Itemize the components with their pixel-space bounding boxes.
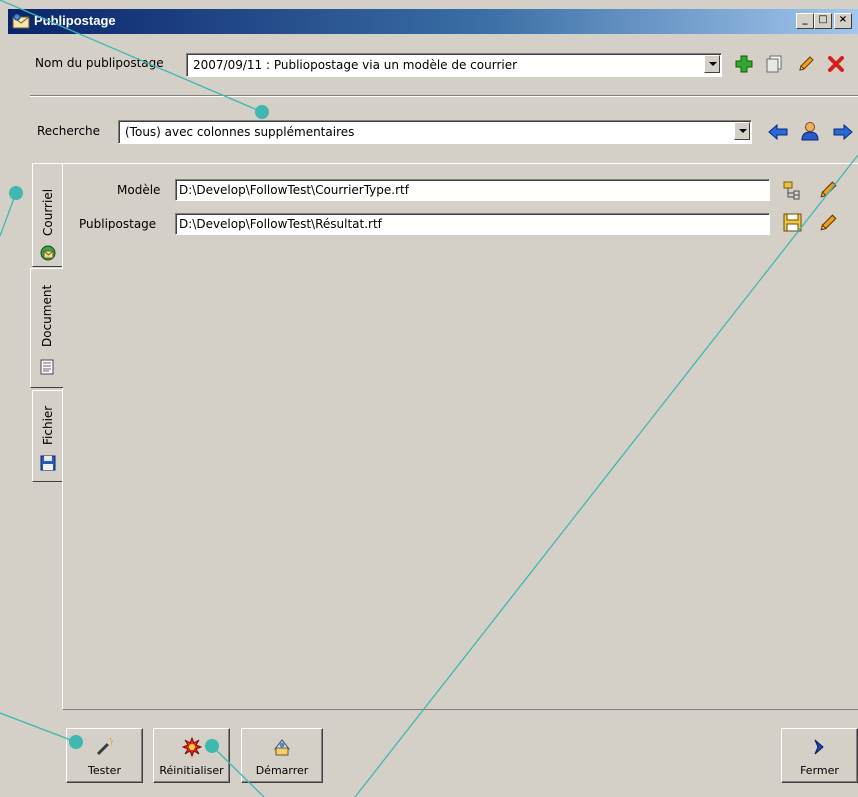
- magic-wand-icon: [96, 737, 113, 756]
- chevron-right-icon: [814, 739, 824, 755]
- mail-merge-icon: [12, 13, 30, 29]
- tab-courriel[interactable]: Courriel: [32, 163, 62, 267]
- model-label: Modèle: [117, 183, 161, 197]
- close-button[interactable]: Fermer: [781, 728, 858, 783]
- start-label: Démarrer: [255, 764, 309, 777]
- edit-pencil-icon[interactable]: [818, 213, 838, 233]
- separator: [30, 95, 858, 97]
- add-icon[interactable]: [735, 55, 753, 73]
- mail-merge-start-icon: [273, 739, 291, 756]
- minimize-button[interactable]: _: [796, 13, 814, 29]
- tab-courriel-label: Courriel: [41, 188, 55, 236]
- arrow-right-icon[interactable]: [833, 123, 853, 141]
- delete-icon[interactable]: [827, 55, 845, 73]
- tab-document[interactable]: Document: [30, 268, 63, 388]
- save-floppy-icon[interactable]: [783, 213, 803, 233]
- output-label: Publipostage: [79, 217, 157, 231]
- edit-pencil-icon[interactable]: [797, 55, 815, 73]
- globe-mail-icon: [40, 245, 56, 261]
- edit-pencil-icon[interactable]: [818, 180, 838, 200]
- user-icon[interactable]: [800, 121, 820, 141]
- document-panel: [62, 163, 858, 710]
- browse-tree-icon[interactable]: [783, 180, 803, 200]
- document-icon: [40, 359, 54, 375]
- title-bar[interactable]: Publipostage _ □ ×: [8, 9, 858, 34]
- start-button[interactable]: Démarrer: [241, 728, 323, 783]
- mail-merge-name-select[interactable]: 2007/09/11 : Publiopostage via un modèle…: [186, 53, 722, 77]
- duplicate-icon[interactable]: [765, 55, 783, 73]
- floppy-icon: [40, 455, 56, 471]
- close-label: Fermer: [800, 764, 839, 777]
- reset-label: Réinitialiser: [159, 764, 224, 777]
- arrow-left-icon[interactable]: [768, 123, 788, 141]
- test-button[interactable]: Tester: [66, 728, 143, 783]
- chevron-down-icon[interactable]: [734, 122, 750, 140]
- output-path-value: D:\Develop\FollowTest\Résultat.rtf: [179, 217, 382, 231]
- tab-fichier[interactable]: Fichier: [32, 390, 62, 482]
- model-path-value: D:\Develop\FollowTest\CourrierType.rtf: [179, 183, 409, 197]
- close-window-button[interactable]: ×: [834, 13, 852, 29]
- chevron-down-icon[interactable]: [704, 55, 720, 73]
- test-label: Tester: [88, 764, 121, 777]
- maximize-button[interactable]: □: [814, 13, 832, 29]
- mail-merge-name-value: 2007/09/11 : Publiopostage via un modèle…: [193, 58, 518, 72]
- reset-button[interactable]: Réinitialiser: [153, 728, 230, 783]
- publipostage-window: Publipostage _ □ × Nom du publipostage 2…: [0, 0, 858, 797]
- explosion-icon: [181, 737, 202, 757]
- name-label: Nom du publipostage: [35, 56, 164, 70]
- tab-document-label: Document: [40, 284, 54, 347]
- model-path-input[interactable]: D:\Develop\FollowTest\CourrierType.rtf: [175, 179, 770, 201]
- tab-fichier-label: Fichier: [41, 405, 55, 445]
- search-label: Recherche: [37, 124, 101, 138]
- window-title: Publipostage: [34, 13, 116, 28]
- output-path-input[interactable]: D:\Develop\FollowTest\Résultat.rtf: [175, 213, 770, 235]
- search-select[interactable]: (Tous) avec colonnes supplémentaires: [118, 120, 752, 144]
- search-value: (Tous) avec colonnes supplémentaires: [125, 125, 355, 139]
